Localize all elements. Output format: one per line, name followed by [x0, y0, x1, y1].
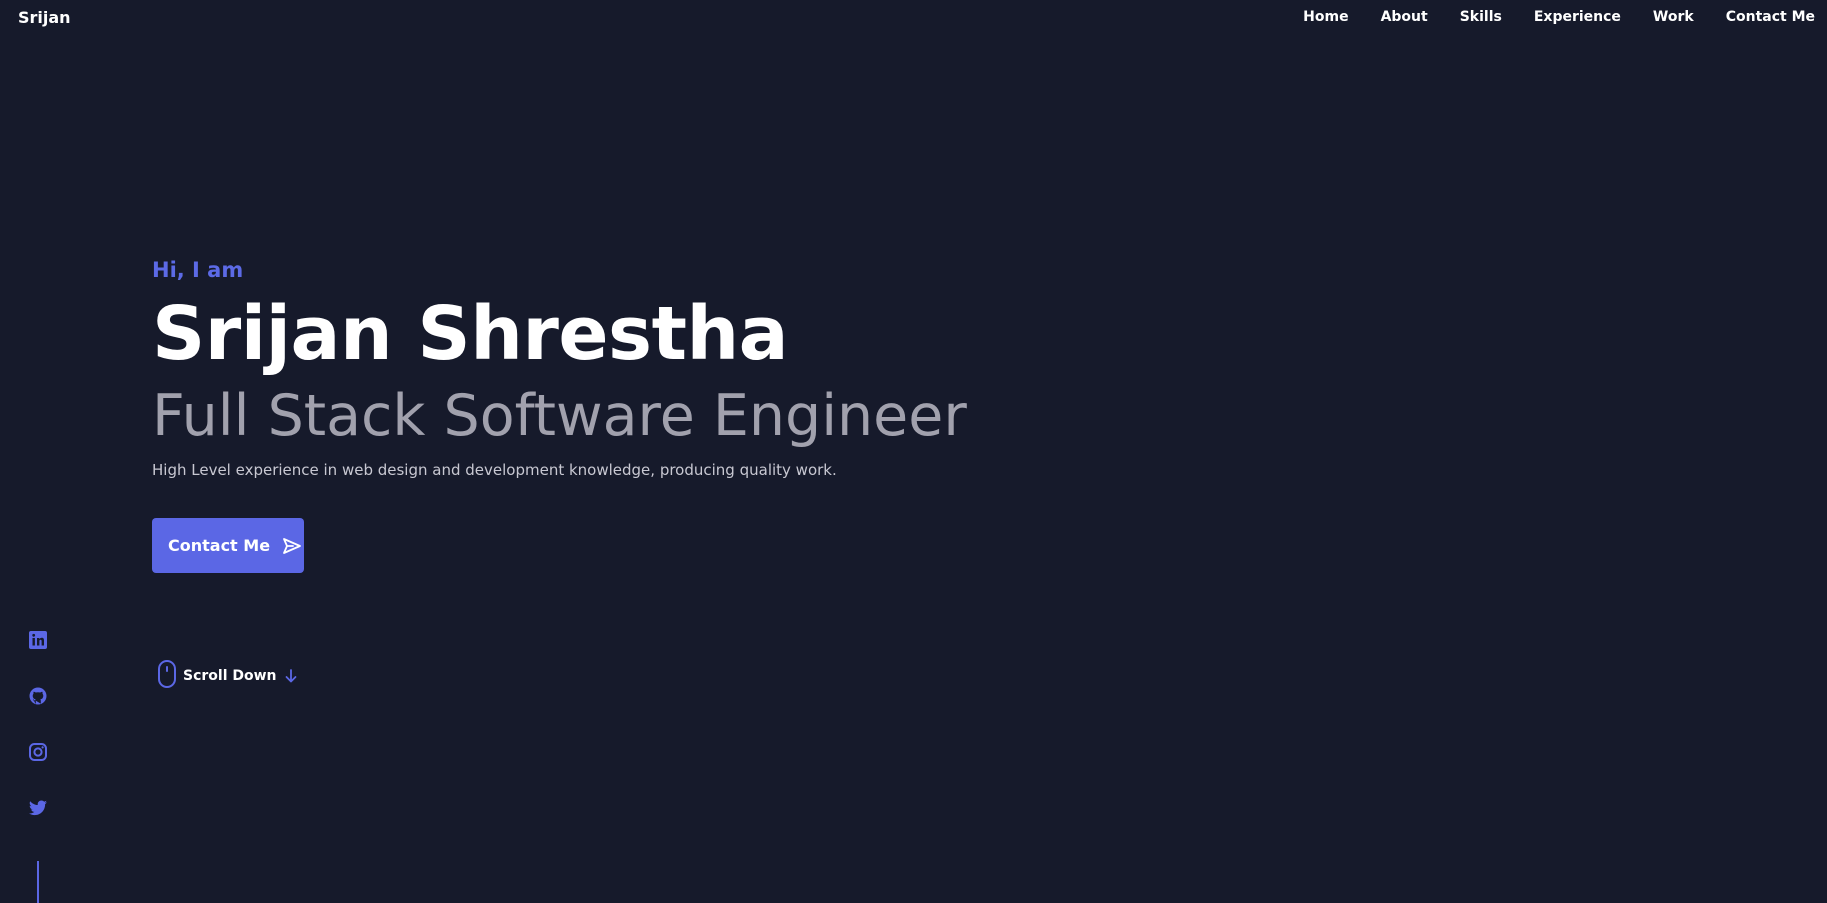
instagram-icon[interactable] — [28, 742, 48, 762]
mouse-icon — [157, 659, 177, 693]
contact-me-button-label: Contact Me — [168, 536, 271, 555]
hero-description: High Level experience in web design and … — [152, 461, 837, 479]
github-icon[interactable] — [28, 686, 48, 706]
hero-greeting: Hi, I am — [152, 258, 244, 282]
nav-link-skills[interactable]: Skills — [1460, 9, 1502, 25]
nav-link-experience[interactable]: Experience — [1534, 9, 1621, 25]
hero-role: Full Stack Software Engineer — [152, 383, 967, 449]
scroll-down-label: Scroll Down — [183, 668, 277, 684]
hero-name: Srijan Shrestha — [152, 291, 789, 377]
portfolio-page: Srijan Home About Skills Experience Work… — [0, 0, 1827, 903]
social-divider-line — [37, 861, 39, 903]
linkedin-icon[interactable] — [28, 630, 48, 650]
navbar: Srijan Home About Skills Experience Work… — [0, 0, 1827, 38]
arrow-down-icon — [285, 669, 297, 683]
scroll-down-link[interactable]: Scroll Down — [157, 659, 297, 693]
nav-link-home[interactable]: Home — [1303, 9, 1348, 25]
nav-link-contact[interactable]: Contact Me — [1726, 9, 1815, 25]
social-links — [28, 630, 48, 854]
send-icon — [282, 537, 302, 555]
nav-link-about[interactable]: About — [1381, 9, 1428, 25]
nav-link-work[interactable]: Work — [1653, 9, 1694, 25]
contact-me-button[interactable]: Contact Me — [152, 518, 304, 573]
logo[interactable]: Srijan — [18, 8, 71, 27]
hero-section: Hi, I am Srijan Shrestha Full Stack Soft… — [152, 254, 1152, 482]
twitter-icon[interactable] — [28, 798, 48, 818]
nav-links: Home About Skills Experience Work Contac… — [1271, 9, 1815, 25]
